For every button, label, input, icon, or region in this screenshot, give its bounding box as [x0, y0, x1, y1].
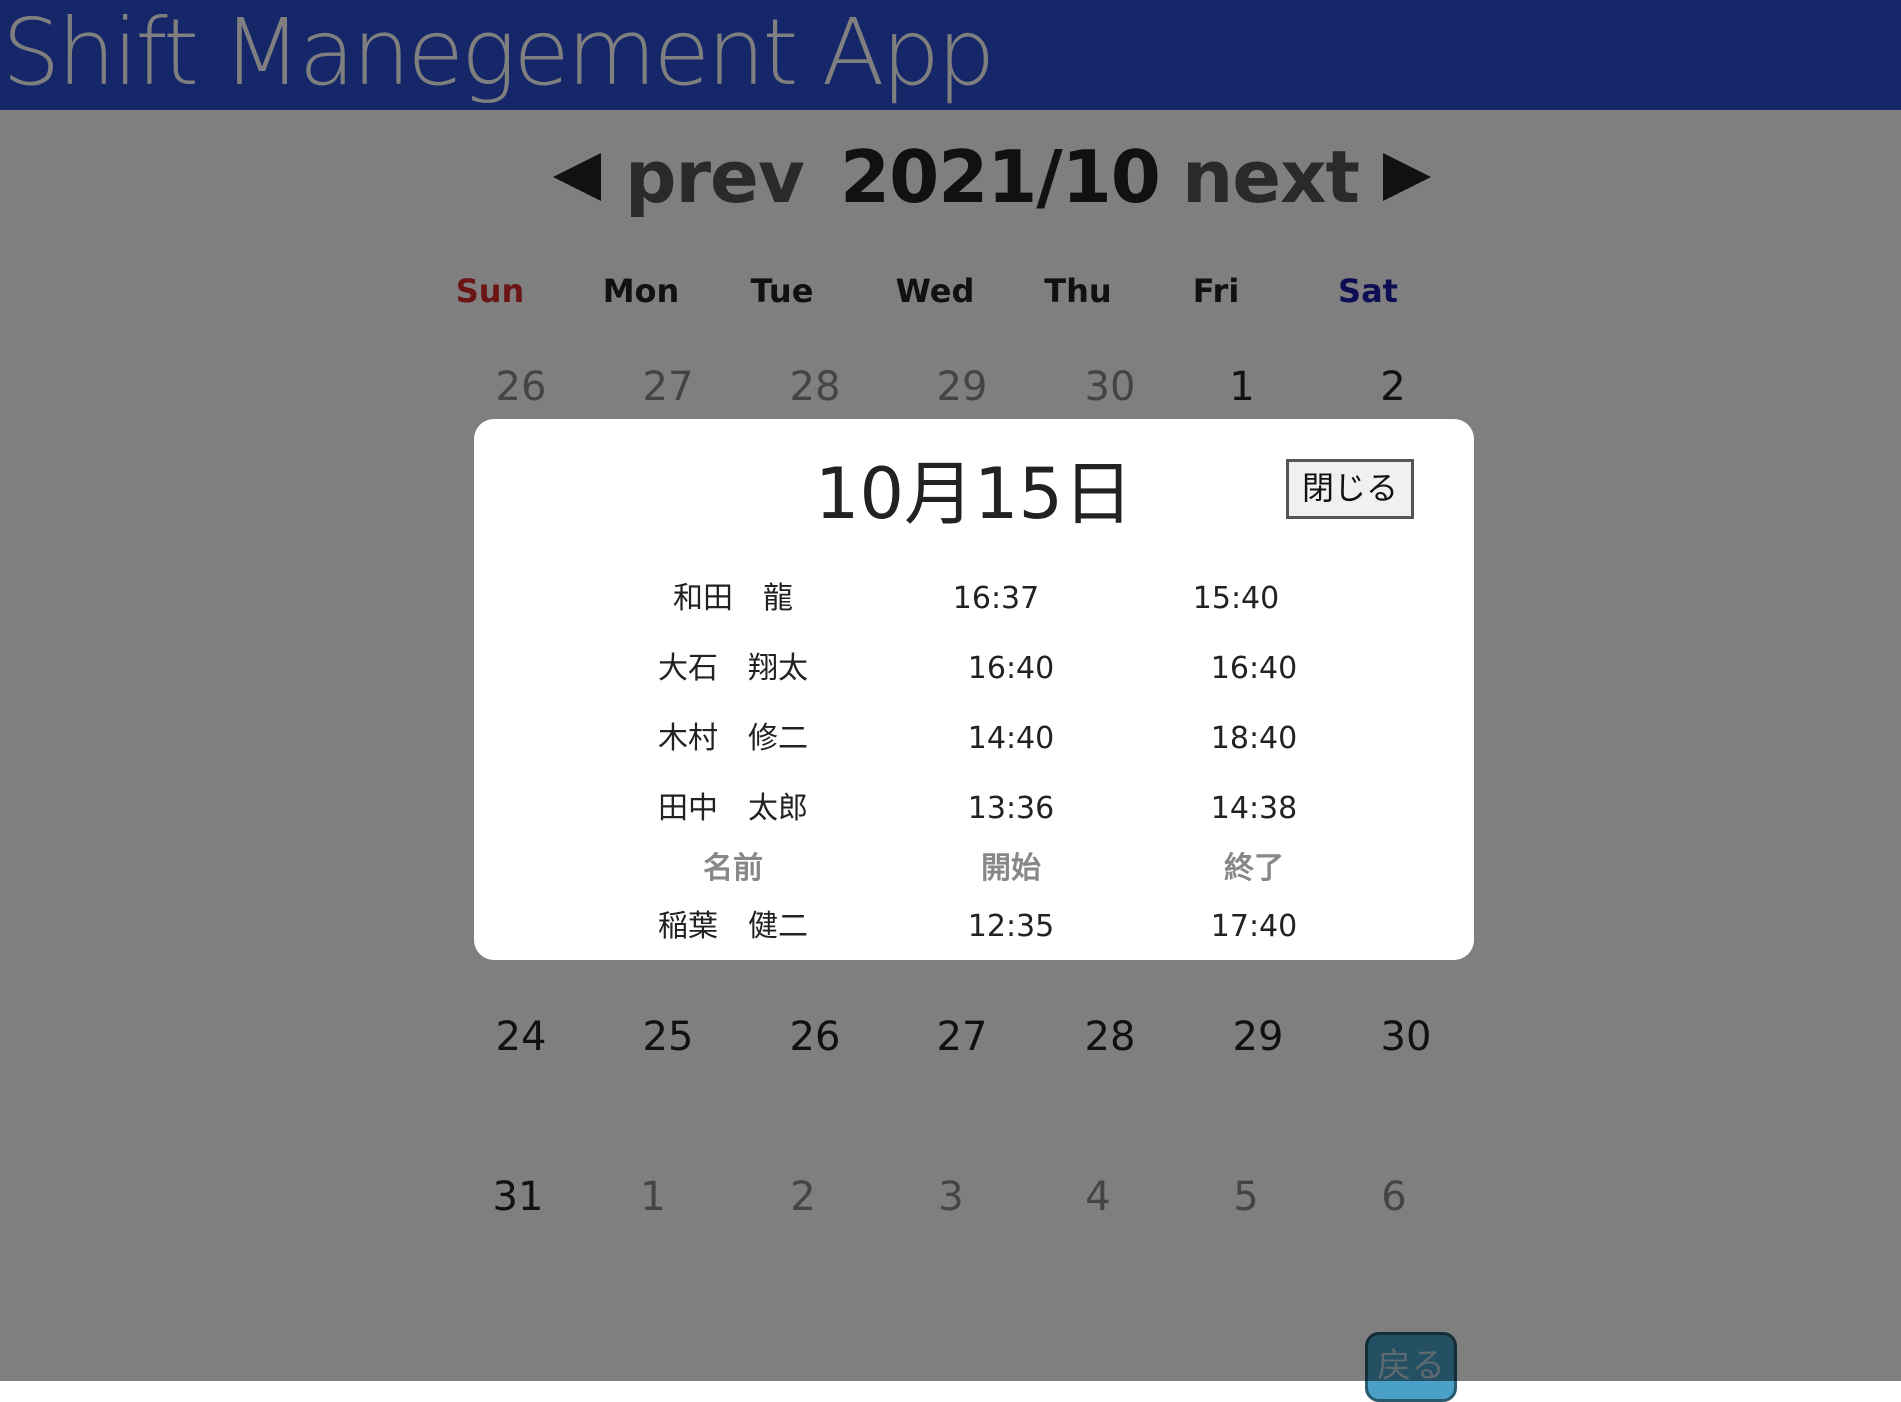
header-end: 終了	[1224, 851, 1284, 886]
header-name: 名前	[703, 851, 763, 886]
shift-detail-modal: 10月15日 閉じる 和田 龍 16:37 15:40 大石 翔太 16:40 …	[474, 419, 1474, 960]
shift-start: 16:37	[952, 581, 1040, 616]
header-start: 開始	[981, 851, 1041, 886]
shift-name: 和田 龍	[673, 581, 793, 616]
shift-end: 15:40	[1192, 581, 1280, 616]
shift-start: 13:36	[967, 791, 1055, 826]
shift-start: 14:40	[967, 721, 1055, 756]
shift-start: 12:35	[967, 909, 1055, 944]
shift-name: 大石 翔太	[658, 651, 808, 686]
shift-start: 16:40	[967, 651, 1055, 686]
shift-end: 17:40	[1210, 909, 1298, 944]
shift-end: 14:38	[1210, 791, 1298, 826]
shift-table: 和田 龍 16:37 15:40 大石 翔太 16:40 16:40 木村 修二…	[474, 419, 1474, 960]
shift-name: 田中 太郎	[658, 791, 808, 826]
shift-end: 18:40	[1210, 721, 1298, 756]
shift-name: 稲葉 健二	[658, 909, 808, 944]
shift-end: 16:40	[1210, 651, 1298, 686]
shift-name: 木村 修二	[658, 721, 808, 756]
